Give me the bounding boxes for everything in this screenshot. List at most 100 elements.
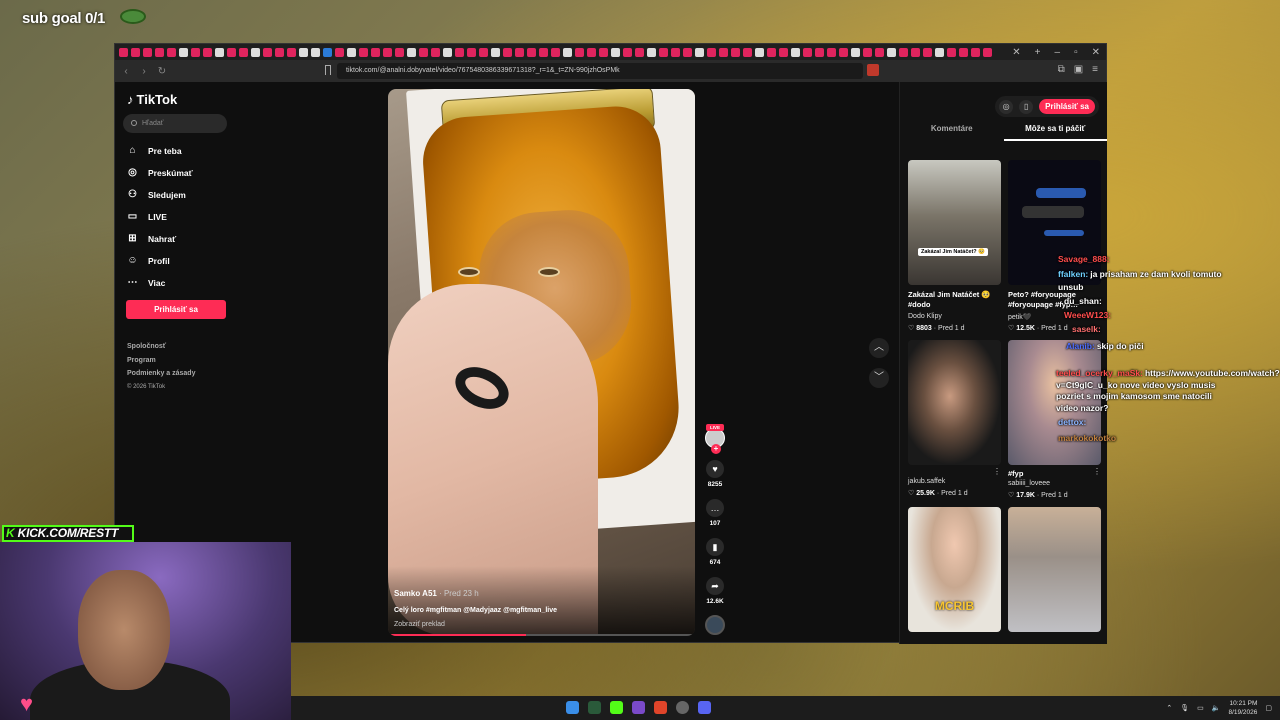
back-icon[interactable]: ‹: [119, 66, 133, 77]
like-action[interactable]: ♥ 8255: [705, 460, 725, 488]
login-button[interactable]: Prihlásiť sa: [126, 300, 226, 319]
tab[interactable]: [659, 47, 668, 57]
chevron-down-icon[interactable]: ﹀: [869, 368, 889, 388]
tab[interactable]: [827, 47, 836, 57]
tab[interactable]: [755, 47, 764, 57]
translate-link[interactable]: Zobraziť preklad: [394, 621, 445, 628]
video-thumbnail[interactable]: [1008, 507, 1101, 632]
tab[interactable]: [923, 47, 932, 57]
tiktok-logo[interactable]: ♪ TikTok: [127, 92, 177, 107]
tab[interactable]: [719, 47, 728, 57]
notification-icon[interactable]: ▢: [1265, 704, 1272, 712]
share-action[interactable]: ➦ 12.6K: [705, 577, 725, 605]
tab[interactable]: [371, 47, 380, 57]
video-title[interactable]: Zakázal Jim Natáčet 🥺 #dodo: [908, 290, 1003, 310]
tab[interactable]: [947, 47, 956, 57]
bookmark-save-icon[interactable]: ▮: [706, 538, 724, 556]
network-icon[interactable]: ▭: [1197, 704, 1204, 712]
tab[interactable]: [503, 47, 512, 57]
video-author[interactable]: petik🖤: [1008, 313, 1032, 321]
extensions-icon[interactable]: ⧉: [1058, 64, 1065, 75]
footer-link-terms[interactable]: Podmienky a zásady: [127, 367, 195, 381]
nav-item-profil[interactable]: ☺ Profil: [127, 255, 169, 266]
tab[interactable]: [167, 47, 176, 57]
tab[interactable]: [707, 47, 716, 57]
clock[interactable]: 10:21 PM 8/19/2026: [1228, 699, 1257, 717]
forward-icon[interactable]: ›: [137, 66, 151, 77]
tab[interactable]: [479, 47, 488, 57]
heart-icon[interactable]: ♥: [706, 460, 724, 478]
video-thumbnail[interactable]: [1008, 160, 1101, 285]
terminal-icon[interactable]: [588, 701, 601, 714]
tab[interactable]: [851, 47, 860, 57]
tab-strip[interactable]: ✕ + – ▫ ✕: [115, 44, 1106, 60]
tab[interactable]: [359, 47, 368, 57]
tab[interactable]: [539, 47, 548, 57]
tab[interactable]: [611, 47, 620, 57]
footer-link-program[interactable]: Program: [127, 354, 195, 368]
tab[interactable]: [455, 47, 464, 57]
tab-comments[interactable]: Komentáre: [900, 124, 1004, 141]
video-title[interactable]: #fyp: [1008, 469, 1103, 479]
music-disc-icon[interactable]: [705, 615, 725, 635]
tab[interactable]: [839, 47, 848, 57]
wallet-icon[interactable]: ▣: [1074, 64, 1083, 75]
search-input[interactable]: Hľadať: [123, 114, 227, 133]
obs-icon[interactable]: [632, 701, 645, 714]
menu-icon[interactable]: ≡: [1092, 64, 1098, 75]
video-thumbnail[interactable]: MCRIB: [908, 507, 1001, 632]
tab[interactable]: [887, 47, 896, 57]
video-author[interactable]: Samko A51 · Pred 23 h: [394, 589, 479, 598]
video-player[interactable]: Samko A51 · Pred 23 h Celý loro #mgfitma…: [388, 89, 695, 636]
tab[interactable]: [743, 47, 752, 57]
tab[interactable]: [983, 47, 992, 57]
tab[interactable]: [467, 47, 476, 57]
tab[interactable]: [287, 47, 296, 57]
tray-chevron-icon[interactable]: ⌃: [1166, 704, 1172, 712]
tab[interactable]: [263, 47, 272, 57]
coins-icon[interactable]: ◎: [999, 99, 1014, 114]
tab[interactable]: [623, 47, 632, 57]
tab[interactable]: [683, 47, 692, 57]
tab[interactable]: [419, 47, 428, 57]
tab[interactable]: [563, 47, 572, 57]
save-action[interactable]: ▮ 674: [705, 538, 725, 566]
tab[interactable]: [431, 47, 440, 57]
tab[interactable]: [575, 47, 584, 57]
tab[interactable]: [779, 47, 788, 57]
windows-start-icon[interactable]: [566, 701, 579, 714]
kick-app-icon[interactable]: [610, 701, 623, 714]
tab[interactable]: [875, 47, 884, 57]
video-thumbnail[interactable]: Zakázal Jim Natáčet? 🥺: [908, 160, 1001, 285]
author-name[interactable]: Samko A51: [394, 589, 437, 598]
tab[interactable]: [911, 47, 920, 57]
tab[interactable]: [671, 47, 680, 57]
tab[interactable]: [119, 47, 128, 57]
tab[interactable]: [251, 47, 260, 57]
video-author[interactable]: sabiiii_loveee: [1008, 480, 1050, 487]
tab[interactable]: [863, 47, 872, 57]
close-tab-icon[interactable]: ✕: [1012, 47, 1020, 58]
tab[interactable]: [515, 47, 524, 57]
tab[interactable]: [491, 47, 500, 57]
video-author[interactable]: jakub.saffek: [908, 478, 945, 485]
tab[interactable]: [815, 47, 824, 57]
tab[interactable]: [695, 47, 704, 57]
nav-item-viac[interactable]: ⋯ Viac: [127, 277, 166, 288]
tab[interactable]: [311, 47, 320, 57]
brave-icon[interactable]: [654, 701, 667, 714]
comment-action[interactable]: … 107: [705, 499, 725, 527]
tab[interactable]: [179, 47, 188, 57]
url-input[interactable]: tiktok.com/@analni.dobyvatel/video/76754…: [337, 63, 863, 79]
tab[interactable]: [215, 47, 224, 57]
tab[interactable]: [443, 47, 452, 57]
bookmark-icon[interactable]: [325, 65, 331, 75]
follow-plus-icon[interactable]: +: [711, 444, 721, 454]
tab[interactable]: [239, 47, 248, 57]
comment-icon[interactable]: …: [706, 499, 724, 517]
nav-item-pre-teba[interactable]: ⌂ Pre teba: [127, 145, 181, 156]
new-tab-icon[interactable]: +: [1035, 47, 1041, 58]
tab[interactable]: [335, 47, 344, 57]
tab[interactable]: [155, 47, 164, 57]
nav-item-preskumat[interactable]: ◎ Preskúmať: [127, 167, 193, 178]
